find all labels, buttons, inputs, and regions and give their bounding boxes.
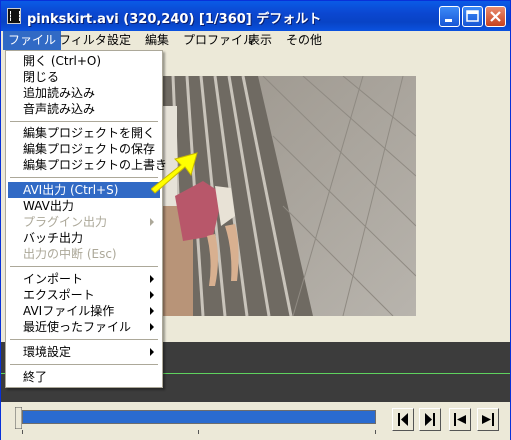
menu-batch-output[interactable]: バッチ出力 [8, 230, 160, 246]
menu-wav-output[interactable]: WAV出力 [8, 198, 160, 214]
menu-separator [10, 339, 158, 340]
menu-settings[interactable]: 設定 [102, 31, 136, 50]
maximize-icon [466, 10, 479, 22]
step-forward-icon [425, 413, 435, 426]
seek-bar[interactable] [22, 410, 376, 424]
menu-recent-files[interactable]: 最近使ったファイル [8, 319, 160, 335]
jump-start-icon [454, 413, 466, 426]
menu-separator [10, 266, 158, 267]
arrow-pointer-icon [151, 152, 198, 194]
menu-import[interactable]: インポート [8, 271, 160, 287]
submenu-arrow-icon [150, 275, 154, 283]
step-back-button[interactable] [392, 408, 414, 431]
menu-open[interactable]: 開く (Ctrl+O) [8, 53, 160, 69]
submenu-arrow-icon [150, 323, 154, 331]
menu-avi-output[interactable]: AVI出力 (Ctrl+S) [8, 182, 160, 198]
menu-exit[interactable]: 終了 [8, 369, 160, 385]
menu-project-save[interactable]: 編集プロジェクトの保存 [8, 141, 160, 157]
menu-export[interactable]: エクスポート [8, 287, 160, 303]
title-bar[interactable]: pinkskirt.avi (320,240) [1/360] デフォルト [1, 1, 510, 31]
video-frame-image [163, 76, 416, 316]
menu-separator [10, 364, 158, 365]
app-icon[interactable] [7, 8, 21, 24]
close-button[interactable] [485, 6, 506, 27]
minimize-button[interactable] [439, 6, 460, 27]
minimize-icon [445, 19, 452, 22]
menu-close[interactable]: 閉じる [8, 69, 160, 85]
menu-separator [10, 121, 158, 122]
menu-preferences[interactable]: 環境設定 [8, 344, 160, 360]
jump-end-button[interactable] [477, 408, 499, 431]
menu-append-load[interactable]: 追加読み込み [8, 85, 160, 101]
menu-project-open[interactable]: 編集プロジェクトを開く [8, 125, 160, 141]
file-menu-dropdown: 開く (Ctrl+O) 閉じる 追加読み込み 音声読み込み 編集プロジェクトを開… [5, 50, 167, 388]
step-back-icon [398, 413, 408, 426]
menu-bar: ファイル フィルタ 設定 編集 プロファイル 表示 その他 [1, 31, 510, 50]
menu-cancel-output[interactable]: 出力の中断 (Esc) [8, 246, 160, 262]
window-title: pinkskirt.avi (320,240) [1/360] デフォルト [27, 12, 322, 27]
menu-project-overwrite[interactable]: 編集プロジェクトの上書き [8, 157, 167, 173]
maximize-button[interactable] [462, 6, 483, 27]
menu-avi-file-ops[interactable]: AVIファイル操作 [8, 303, 160, 319]
seek-ticks [22, 430, 376, 436]
menu-separator [10, 177, 158, 178]
menu-plugin-output[interactable]: プラグイン出力 [8, 214, 160, 230]
menu-other[interactable]: その他 [281, 31, 327, 50]
video-frame [163, 76, 416, 316]
close-icon [490, 11, 501, 22]
submenu-arrow-icon [150, 218, 154, 226]
menu-file[interactable]: ファイル [3, 31, 62, 50]
main-window: pinkskirt.avi (320,240) [1/360] デフォルト ファ… [0, 0, 511, 440]
menu-edit[interactable]: 編集 [140, 31, 174, 50]
menu-view[interactable]: 表示 [243, 31, 277, 50]
seek-thumb[interactable] [15, 407, 22, 429]
jump-start-button[interactable] [449, 408, 471, 431]
submenu-arrow-icon [150, 291, 154, 299]
jump-end-icon [482, 413, 494, 426]
submenu-arrow-icon [150, 307, 154, 315]
menu-audio-load[interactable]: 音声読み込み [8, 101, 160, 117]
submenu-arrow-icon [150, 348, 154, 356]
step-forward-button[interactable] [419, 408, 441, 431]
